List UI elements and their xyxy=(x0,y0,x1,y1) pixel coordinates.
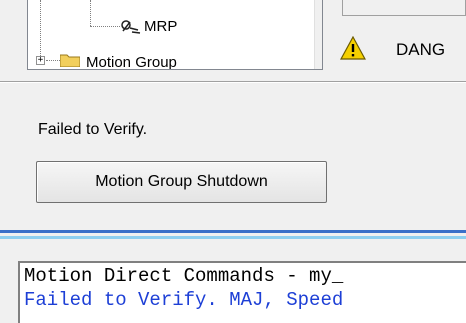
tree-connector xyxy=(46,60,60,61)
separator xyxy=(0,81,466,83)
tree-connector xyxy=(90,0,91,26)
separator xyxy=(0,236,466,239)
status-field xyxy=(342,0,466,16)
expand-icon[interactable]: + xyxy=(36,56,45,65)
motion-tree-view[interactable]: MRP + Motion Group xyxy=(27,0,323,70)
mrp-icon xyxy=(121,20,141,34)
tree-connector xyxy=(90,26,120,27)
log-line: Failed to Verify. MAJ, Speed xyxy=(24,289,344,311)
message-log[interactable]: Motion Direct Commands - my_ Failed to V… xyxy=(18,261,466,323)
tree-connector xyxy=(40,0,41,58)
folder-icon xyxy=(60,54,80,67)
tree-item-label: Motion Group xyxy=(86,54,177,70)
separator xyxy=(0,230,466,233)
danger-label: DANG xyxy=(396,40,446,59)
tree-item-label: MRP xyxy=(144,18,178,35)
tree-scrollbar[interactable] xyxy=(314,0,322,69)
warning-icon xyxy=(340,36,366,60)
verify-status-message: Failed to Verify. xyxy=(38,121,148,138)
motion-group-shutdown-button[interactable]: Motion Group Shutdown xyxy=(36,161,327,203)
log-line: Motion Direct Commands - my_ xyxy=(24,265,344,287)
